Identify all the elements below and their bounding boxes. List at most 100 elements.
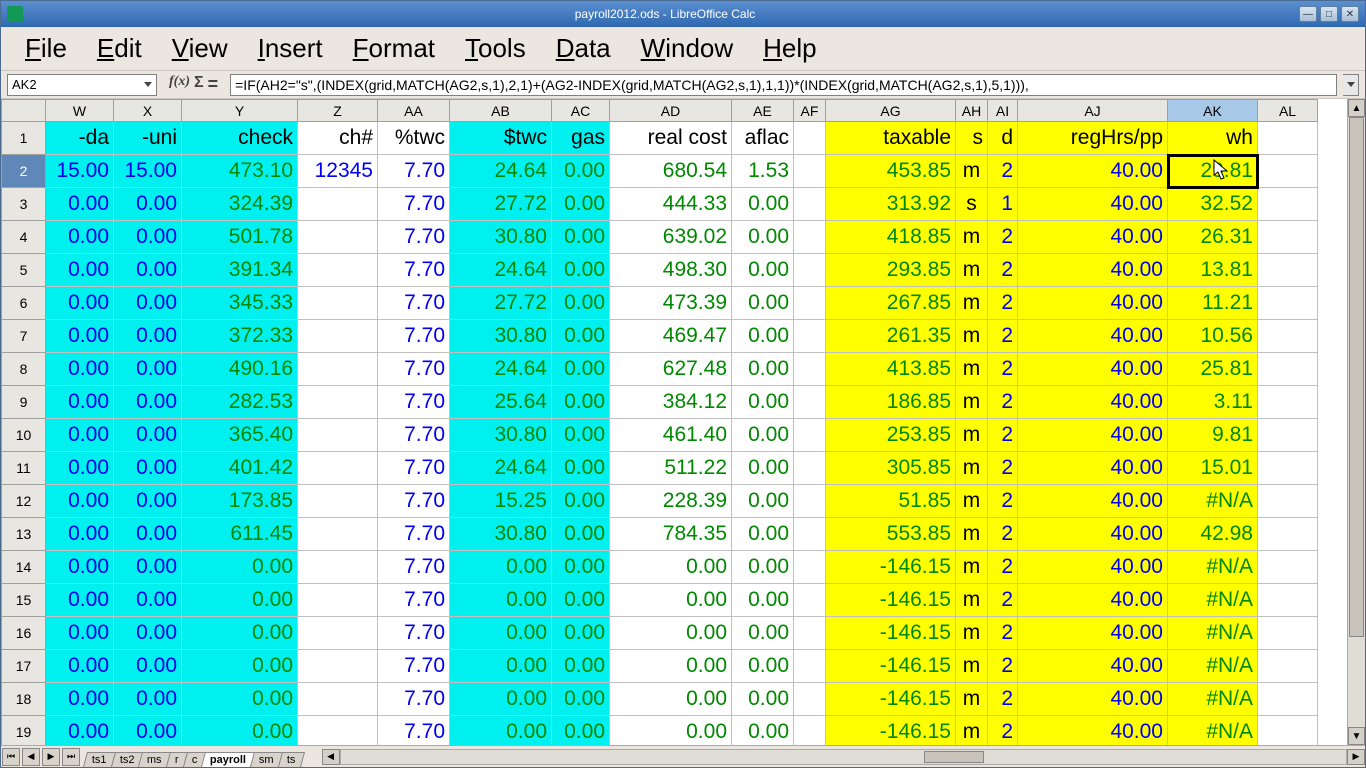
cell-Y19[interactable]: 0.00 bbox=[182, 716, 298, 746]
cell-AC16[interactable]: 0.00 bbox=[552, 617, 610, 650]
scroll-right-button[interactable]: ▶ bbox=[1347, 749, 1365, 765]
cell-Z13[interactable] bbox=[298, 518, 378, 551]
col-header-AE[interactable]: AE bbox=[732, 100, 794, 122]
col-header-AI[interactable]: AI bbox=[988, 100, 1018, 122]
cell-AA6[interactable]: 7.70 bbox=[378, 287, 450, 320]
cell-AC14[interactable]: 0.00 bbox=[552, 551, 610, 584]
cell-AF3[interactable] bbox=[794, 188, 826, 221]
cell-X18[interactable]: 0.00 bbox=[114, 683, 182, 716]
cell-W8[interactable]: 0.00 bbox=[46, 353, 114, 386]
cell-X13[interactable]: 0.00 bbox=[114, 518, 182, 551]
cell-Y5[interactable]: 391.34 bbox=[182, 254, 298, 287]
cell-W16[interactable]: 0.00 bbox=[46, 617, 114, 650]
window-titlebar[interactable]: payroll2012.ods - LibreOffice Calc ― □ ✕ bbox=[1, 1, 1365, 27]
row-header-6[interactable]: 6 bbox=[2, 287, 46, 320]
menu-format[interactable]: Format bbox=[339, 31, 449, 66]
cell-AB14[interactable]: 0.00 bbox=[450, 551, 552, 584]
cell-AK5[interactable]: 13.81 bbox=[1168, 254, 1258, 287]
cell-AC17[interactable]: 0.00 bbox=[552, 650, 610, 683]
cell-X12[interactable]: 0.00 bbox=[114, 485, 182, 518]
cell-AC2[interactable]: 0.00 bbox=[552, 155, 610, 188]
cell-AJ6[interactable]: 40.00 bbox=[1018, 287, 1168, 320]
cell-AI9[interactable]: 2 bbox=[988, 386, 1018, 419]
cell-X14[interactable]: 0.00 bbox=[114, 551, 182, 584]
cell-AI14[interactable]: 2 bbox=[988, 551, 1018, 584]
cell-AA7[interactable]: 7.70 bbox=[378, 320, 450, 353]
cell-AK8[interactable]: 25.81 bbox=[1168, 353, 1258, 386]
cell-AG12[interactable]: 51.85 bbox=[826, 485, 956, 518]
cell-AD5[interactable]: 498.30 bbox=[610, 254, 732, 287]
sheet-tab-ts[interactable]: ts bbox=[278, 752, 305, 767]
cell-AK13[interactable]: 42.98 bbox=[1168, 518, 1258, 551]
cell-AL9[interactable] bbox=[1258, 386, 1318, 419]
cell-AI5[interactable]: 2 bbox=[988, 254, 1018, 287]
cell-W9[interactable]: 0.00 bbox=[46, 386, 114, 419]
cell-AC10[interactable]: 0.00 bbox=[552, 419, 610, 452]
cell-AB11[interactable]: 24.64 bbox=[450, 452, 552, 485]
row-header-14[interactable]: 14 bbox=[2, 551, 46, 584]
cell-Z6[interactable] bbox=[298, 287, 378, 320]
col-header-AH[interactable]: AH bbox=[956, 100, 988, 122]
cell-Z15[interactable] bbox=[298, 584, 378, 617]
row-header-11[interactable]: 11 bbox=[2, 452, 46, 485]
cell-Y9[interactable]: 282.53 bbox=[182, 386, 298, 419]
cell-AL5[interactable] bbox=[1258, 254, 1318, 287]
row-header-19[interactable]: 19 bbox=[2, 716, 46, 746]
cell-AE8[interactable]: 0.00 bbox=[732, 353, 794, 386]
cell-AB16[interactable]: 0.00 bbox=[450, 617, 552, 650]
cell-AA10[interactable]: 7.70 bbox=[378, 419, 450, 452]
cell-AL14[interactable] bbox=[1258, 551, 1318, 584]
row-header-15[interactable]: 15 bbox=[2, 584, 46, 617]
cell-Y3[interactable]: 324.39 bbox=[182, 188, 298, 221]
cell-AI6[interactable]: 2 bbox=[988, 287, 1018, 320]
cell-Y10[interactable]: 365.40 bbox=[182, 419, 298, 452]
cell-AH17[interactable]: m bbox=[956, 650, 988, 683]
row-header-17[interactable]: 17 bbox=[2, 650, 46, 683]
cell-AE18[interactable]: 0.00 bbox=[732, 683, 794, 716]
cell-AC11[interactable]: 0.00 bbox=[552, 452, 610, 485]
cell-W19[interactable]: 0.00 bbox=[46, 716, 114, 746]
cell-AL6[interactable] bbox=[1258, 287, 1318, 320]
cell-AL19[interactable] bbox=[1258, 716, 1318, 746]
cell-AD13[interactable]: 784.35 bbox=[610, 518, 732, 551]
cell-W18[interactable]: 0.00 bbox=[46, 683, 114, 716]
minimize-button[interactable]: ― bbox=[1299, 6, 1317, 22]
row-header-3[interactable]: 3 bbox=[2, 188, 46, 221]
cell-AI17[interactable]: 2 bbox=[988, 650, 1018, 683]
col-header-Z[interactable]: Z bbox=[298, 100, 378, 122]
cell-AH4[interactable]: m bbox=[956, 221, 988, 254]
cell-AB17[interactable]: 0.00 bbox=[450, 650, 552, 683]
vertical-scrollbar[interactable]: ▲ ▼ bbox=[1347, 99, 1365, 745]
cell-AA18[interactable]: 7.70 bbox=[378, 683, 450, 716]
cell-AH19[interactable]: m bbox=[956, 716, 988, 746]
cell-Z10[interactable] bbox=[298, 419, 378, 452]
cell-AG7[interactable]: 261.35 bbox=[826, 320, 956, 353]
cell-AG4[interactable]: 418.85 bbox=[826, 221, 956, 254]
row-header-2[interactable]: 2 bbox=[2, 155, 46, 188]
cell-AC5[interactable]: 0.00 bbox=[552, 254, 610, 287]
cell-AL13[interactable] bbox=[1258, 518, 1318, 551]
cell-AJ2[interactable]: 40.00 bbox=[1018, 155, 1168, 188]
cell-Y6[interactable]: 345.33 bbox=[182, 287, 298, 320]
hscroll-thumb[interactable] bbox=[924, 751, 984, 763]
cell-AG16[interactable]: -146.15 bbox=[826, 617, 956, 650]
tab-prev-button[interactable]: ◀ bbox=[22, 748, 40, 766]
cell-AH7[interactable]: m bbox=[956, 320, 988, 353]
cell-X10[interactable]: 0.00 bbox=[114, 419, 182, 452]
cell-Y16[interactable]: 0.00 bbox=[182, 617, 298, 650]
cell-Y12[interactable]: 173.85 bbox=[182, 485, 298, 518]
cell-AD2[interactable]: 680.54 bbox=[610, 155, 732, 188]
cell-X15[interactable]: 0.00 bbox=[114, 584, 182, 617]
cell-AJ9[interactable]: 40.00 bbox=[1018, 386, 1168, 419]
cell-AH13[interactable]: m bbox=[956, 518, 988, 551]
cell-AK16[interactable]: #N/A bbox=[1168, 617, 1258, 650]
cell-AG3[interactable]: 313.92 bbox=[826, 188, 956, 221]
cell-AH15[interactable]: m bbox=[956, 584, 988, 617]
cell-AE19[interactable]: 0.00 bbox=[732, 716, 794, 746]
cell-AF12[interactable] bbox=[794, 485, 826, 518]
col-header-AB[interactable]: AB bbox=[450, 100, 552, 122]
cell-AC4[interactable]: 0.00 bbox=[552, 221, 610, 254]
cell-Y4[interactable]: 501.78 bbox=[182, 221, 298, 254]
cell-AF2[interactable] bbox=[794, 155, 826, 188]
scroll-down-button[interactable]: ▼ bbox=[1348, 727, 1365, 745]
